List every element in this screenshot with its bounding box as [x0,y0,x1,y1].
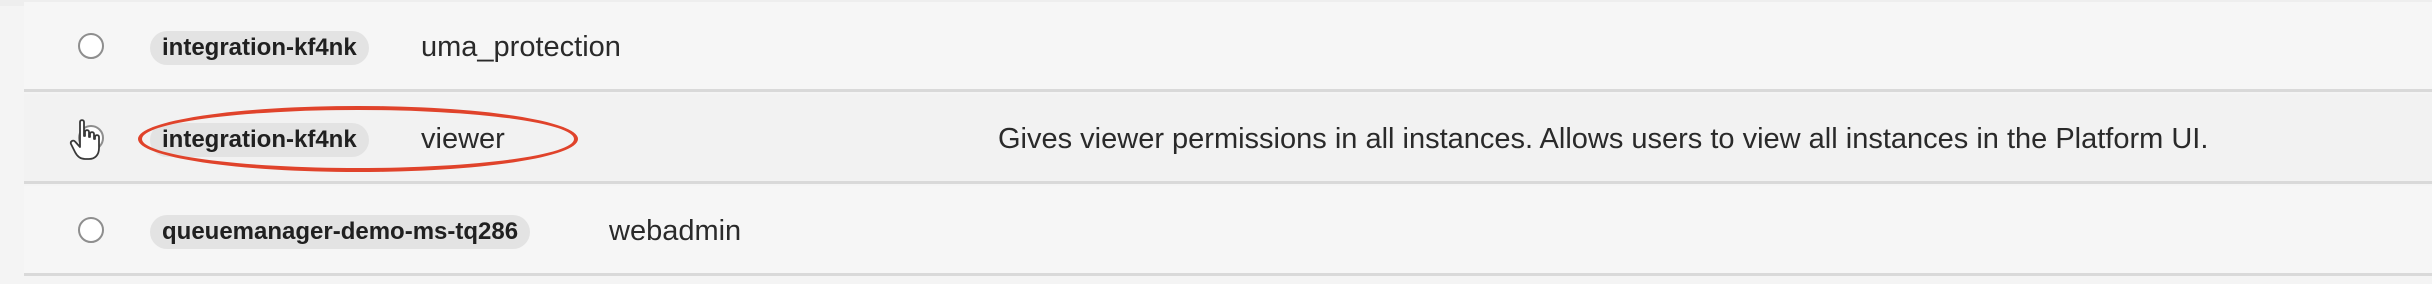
table-row[interactable]: queuemanager-demo-ms-tq286 webadmin [24,186,2432,276]
role-name: uma_protection [421,31,621,63]
role-name: viewer [421,123,505,155]
table-row[interactable]: integration-kf4nk viewer Gives viewer pe… [24,94,2432,184]
table-row[interactable]: integration-kf4nk uma_protection [24,2,2432,92]
row-select-radio[interactable] [78,217,104,243]
client-id-chip: integration-kf4nk [150,123,369,157]
client-id-chip: queuemanager-demo-ms-tq286 [150,215,531,249]
row-select-radio[interactable] [78,33,104,59]
client-id-chip: integration-kf4nk [150,31,369,65]
role-description: Gives viewer permissions in all instance… [998,123,2209,155]
row-select-radio[interactable] [78,125,104,151]
role-name: webadmin [609,215,742,247]
